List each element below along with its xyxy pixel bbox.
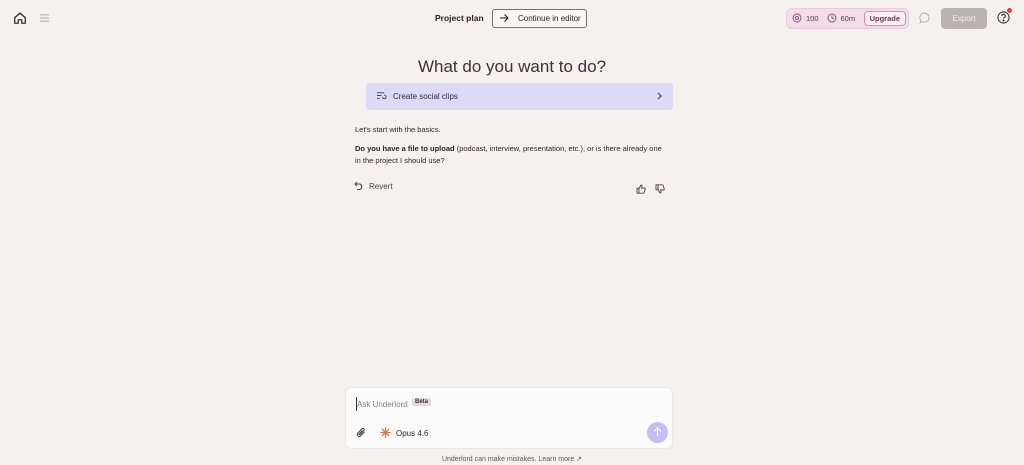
- page-heading: What do you want to do?: [417, 57, 607, 76]
- paperclip-icon[interactable]: [355, 426, 367, 440]
- clips-icon: [376, 91, 387, 103]
- ask-underlord-input[interactable]: [356, 397, 586, 411]
- continue-in-editor-button[interactable]: Continue in editor: [492, 9, 587, 28]
- model-selector[interactable]: Opus 4.6: [380, 427, 428, 440]
- undo-icon: [354, 181, 364, 192]
- message-bold-text: Do you have a file to upload: [355, 144, 455, 153]
- arrow-up-icon: [653, 424, 662, 442]
- model-label: Opus 4.6: [396, 429, 429, 438]
- beta-badge: Beta: [412, 398, 432, 406]
- credits-widget[interactable]: 100 60m Upgrade: [786, 8, 909, 29]
- thumbs-up-icon[interactable]: [636, 181, 646, 194]
- assistant-message-question: Do you have a file to upload (podcast, i…: [355, 143, 665, 167]
- continue-label: Continue in editor: [518, 14, 581, 23]
- arrow-right-icon: [499, 13, 509, 25]
- comment-icon[interactable]: [918, 11, 932, 25]
- sparkle-icon: [380, 427, 391, 440]
- minutes-count: 60m: [840, 14, 856, 23]
- chat-composer: Beta Opus 4.6: [345, 387, 673, 449]
- ai-credits-count: 100: [806, 14, 819, 23]
- learn-more-link[interactable]: Learn more ↗: [538, 456, 582, 463]
- footer-disclaimer: Underlord can make mistakes. Learn more …: [0, 455, 1024, 463]
- project-title[interactable]: Project plan: [435, 13, 484, 23]
- create-social-clips-button[interactable]: Create social clips: [366, 83, 673, 110]
- notification-dot: [1007, 8, 1012, 13]
- upgrade-button[interactable]: Upgrade: [863, 11, 906, 26]
- export-button[interactable]: Export: [941, 8, 987, 29]
- send-button[interactable]: [647, 422, 668, 443]
- chevron-right-icon: [656, 92, 663, 102]
- clock-icon: [827, 13, 837, 25]
- thumbs-down-icon[interactable]: [655, 181, 665, 194]
- revert-button[interactable]: Revert: [354, 181, 393, 192]
- credit-icon: [792, 13, 802, 25]
- menu-icon[interactable]: [37, 10, 51, 26]
- revert-label: Revert: [369, 182, 393, 191]
- home-icon[interactable]: [12, 10, 28, 26]
- top-bar: Project plan Continue in editor 100 60m: [0, 0, 1024, 38]
- assistant-message-intro: Let's start with the basics.: [355, 125, 441, 134]
- create-social-clips-label: Create social clips: [393, 92, 458, 101]
- disclaimer-text: Underlord can make mistakes.: [441, 456, 537, 463]
